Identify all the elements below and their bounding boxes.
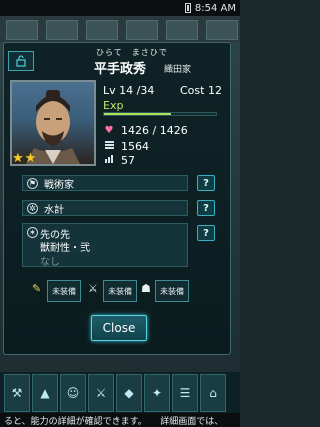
helmet-icon: ☗ <box>141 282 151 295</box>
menu-button[interactable]: ▲ <box>32 374 58 412</box>
tactic-sub: 獣耐性・弐 <box>40 243 90 254</box>
skill-name: 水計 <box>44 204 64 216</box>
defense-icon <box>103 153 115 167</box>
weapon-icon: ✎ <box>32 282 42 295</box>
menu-icon: ☺ <box>66 386 80 400</box>
star-icon: ★ <box>24 151 37 166</box>
status-bar: 8:54 AM <box>0 0 240 16</box>
menu-icon: ⚒ <box>11 386 23 400</box>
menu-icon: ☰ <box>179 386 191 400</box>
skill-2-help-button[interactable]: ? <box>197 200 215 216</box>
equip-slot-accessory[interactable]: 未装備 <box>155 280 189 302</box>
background-tile <box>86 20 118 40</box>
menu-button[interactable]: ⚔ <box>88 374 114 412</box>
menu-icon: ⚔ <box>95 386 107 400</box>
flag-icon: ⚑ <box>27 177 38 189</box>
skill-1-help-button[interactable]: ? <box>197 175 215 191</box>
clan-name: 織田家 <box>164 65 192 75</box>
water-icon: ✲ <box>27 202 38 214</box>
clock: 8:54 AM <box>194 2 236 14</box>
tactic-empty: なし <box>40 257 60 268</box>
tactic-help-button[interactable]: ? <box>197 225 215 241</box>
sword-icon: ⚔ <box>88 282 98 295</box>
exp-bar <box>103 112 217 116</box>
unlock-icon <box>16 55 26 67</box>
skill-name: 戦術家 <box>44 179 74 191</box>
attack-row: 1564 <box>103 139 149 153</box>
background-tile <box>6 20 38 40</box>
hp-row: ♥ 1426 / 1426 <box>103 124 188 137</box>
background-tile <box>206 20 238 40</box>
rarity-stars: ★ ★ <box>12 152 36 165</box>
cost-text: Cost 12 <box>180 84 222 97</box>
background-tile <box>126 20 158 40</box>
attack-icon <box>103 139 115 153</box>
menu-icon: ✦ <box>151 386 163 400</box>
battery-icon <box>184 3 191 13</box>
menu-button[interactable]: ⌂ <box>200 374 226 412</box>
defense-row: 57 <box>103 153 135 167</box>
tactic-icon: ✶ <box>27 227 38 238</box>
menu-button[interactable]: ⚒ <box>4 374 30 412</box>
menu-icon: ⌂ <box>209 386 217 400</box>
defense-value: 57 <box>121 153 135 167</box>
general-name-reading: ひらて まさひで <box>96 48 168 57</box>
background-tile <box>46 20 78 40</box>
attack-value: 1564 <box>121 139 149 153</box>
tactic-box[interactable]: ✶ 先の先 獣耐性・弐 なし <box>22 223 188 268</box>
menu-button[interactable]: ☺ <box>60 374 86 412</box>
equip-slot-armor[interactable]: 未装備 <box>103 280 137 302</box>
hp-value: 1426 / 1426 <box>121 124 188 137</box>
star-icon: ★ <box>12 151 24 166</box>
heart-icon: ♥ <box>104 125 114 136</box>
menu-button[interactable]: ☰ <box>172 374 198 412</box>
background-tile <box>166 20 198 40</box>
background-top-strip <box>0 16 240 42</box>
skill-row-1[interactable]: ⚑ 戦術家 <box>22 175 188 191</box>
menu-button[interactable]: ◆ <box>116 374 142 412</box>
menu-icon: ◆ <box>124 386 134 400</box>
exp-label: Exp <box>103 99 124 112</box>
general-name: 平手政秀 <box>94 62 147 77</box>
exp-bar-fill <box>104 113 172 115</box>
help-ticker: ると、能力の詳細が確認できます。 詳細画面では、 <box>0 413 240 427</box>
close-button[interactable]: Close <box>91 315 147 341</box>
skill-row-2[interactable]: ✲ 水計 <box>22 200 188 216</box>
equip-slot-weapon[interactable]: 未装備 <box>47 280 81 302</box>
menu-button[interactable]: ✦ <box>144 374 170 412</box>
lock-button[interactable] <box>8 51 34 71</box>
menu-icon: ▲ <box>40 386 50 400</box>
level-text: Lv 14 /34 <box>103 84 155 97</box>
